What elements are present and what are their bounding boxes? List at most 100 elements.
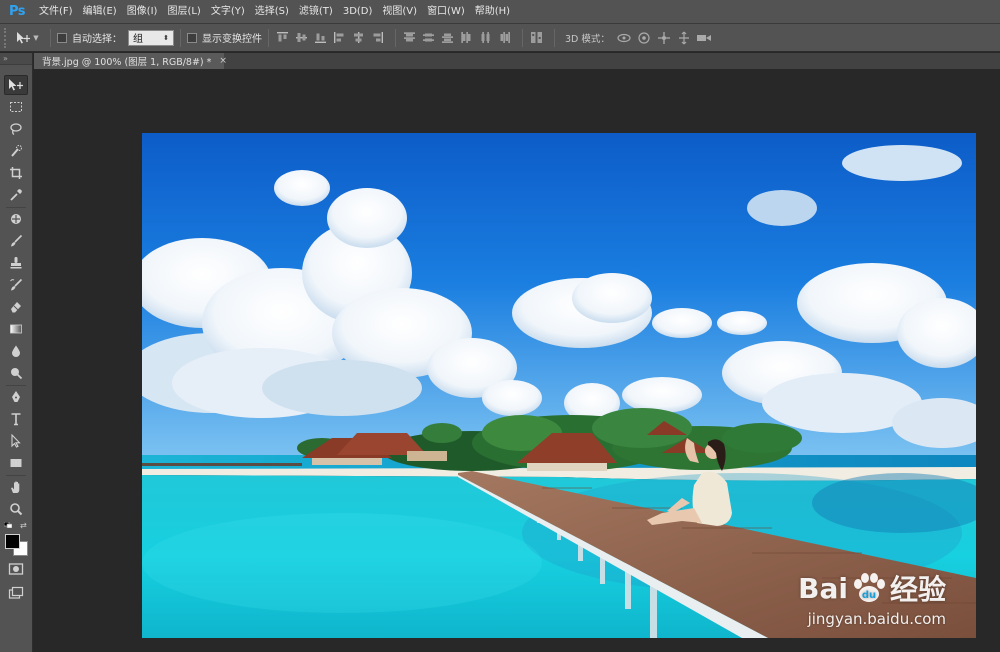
distribute-bottom-icon[interactable]	[440, 30, 455, 45]
type-tool[interactable]	[4, 409, 28, 429]
menu-3d[interactable]: 3D(D)	[338, 0, 378, 24]
align-bottom-icon[interactable]	[313, 30, 328, 45]
color-swatches: ⇄	[4, 521, 30, 557]
move-tool[interactable]	[4, 75, 28, 95]
show-transform-checkbox[interactable]	[187, 32, 197, 43]
document-tab-title: 背景.jpg @ 100% (图层 1, RGB/8#) *	[42, 57, 212, 68]
options-bar: ▼ 自动选择： 组 ⬍ 显示变换控件 3D 模式：	[0, 24, 1000, 52]
distribute-right-icon[interactable]	[497, 30, 512, 45]
align-right-icon[interactable]	[370, 30, 385, 45]
menu-edit[interactable]: 编辑(E)	[78, 0, 122, 24]
baidu-paw-icon: du	[853, 573, 885, 602]
distribute-vcenter-icon[interactable]	[421, 30, 436, 45]
zoom-tool[interactable]	[4, 499, 28, 519]
crop-icon	[10, 167, 22, 179]
eyedropper-tool[interactable]	[4, 185, 28, 205]
watermark-brand: Bai du 经验	[798, 568, 946, 608]
menu-bar: Ps 文件(F) 编辑(E) 图像(I) 图层(L) 文字(Y) 选择(S) 滤…	[0, 0, 1000, 24]
menu-type[interactable]: 文字(Y)	[206, 0, 250, 24]
divider	[395, 28, 396, 47]
crop-tool[interactable]	[4, 163, 28, 183]
brush-icon	[11, 234, 23, 247]
foreground-color[interactable]	[5, 534, 20, 549]
scale-3d-icon[interactable]	[696, 30, 712, 46]
eyedropper-icon	[10, 189, 22, 201]
dodge-tool[interactable]	[4, 363, 28, 383]
healing-brush-icon	[11, 214, 21, 224]
menu-view[interactable]: 视图(V)	[377, 0, 422, 24]
menu-layer[interactable]: 图层(L)	[162, 0, 205, 24]
tools-panel: » ⇄	[0, 53, 33, 652]
ps-logo: Ps	[8, 4, 26, 19]
document-tab[interactable]: 背景.jpg @ 100% (图层 1, RGB/8#) * ×	[34, 53, 227, 69]
marquee-tool[interactable]	[4, 97, 28, 117]
quick-select-icon	[11, 145, 22, 157]
screen-mode-icon	[8, 586, 24, 599]
close-icon[interactable]: ×	[219, 56, 227, 66]
align-hcenter-icon[interactable]	[351, 30, 366, 45]
divider	[180, 28, 181, 47]
clone-stamp-tool[interactable]	[4, 253, 28, 273]
align-left-icon[interactable]	[332, 30, 347, 45]
hand-tool[interactable]	[4, 477, 28, 497]
tools-divider	[6, 207, 26, 208]
menu-help[interactable]: 帮助(H)	[470, 0, 515, 24]
divider	[50, 28, 51, 47]
divider	[268, 28, 269, 47]
divider	[522, 28, 523, 47]
default-colors-icon[interactable]	[4, 522, 12, 528]
3d-mode-label: 3D 模式：	[565, 33, 610, 45]
watermark-brand-right: 经验	[889, 573, 946, 606]
orbit-3d-icon[interactable]	[616, 30, 632, 46]
auto-select-checkbox[interactable]	[57, 32, 67, 43]
quick-mask-button[interactable]	[4, 559, 28, 579]
distribute-buttons	[402, 30, 516, 45]
history-brush-tool[interactable]	[4, 275, 28, 295]
slide-3d-icon[interactable]	[676, 30, 692, 46]
drag-3d-icon[interactable]	[656, 30, 672, 46]
pen-tool[interactable]	[4, 387, 28, 407]
auto-select-label: 自动选择：	[72, 34, 122, 45]
path-select-tool[interactable]	[4, 431, 28, 451]
blur-tool[interactable]	[4, 341, 28, 361]
stamp-icon	[10, 257, 22, 269]
tools-collapse-toggle[interactable]: »	[0, 53, 32, 65]
roll-3d-icon[interactable]	[636, 30, 652, 46]
auto-select-dropdown[interactable]: 组 ⬍	[128, 29, 174, 46]
lasso-icon	[10, 123, 22, 136]
eraser-tool[interactable]	[4, 297, 28, 317]
document-image[interactable]: Bai du 经验 jingyan.baidu.com	[142, 133, 976, 638]
baidu-watermark: Bai du 经验 jingyan.baidu.com	[798, 568, 946, 629]
menu-select[interactable]: 选择(S)	[250, 0, 294, 24]
swap-colors-icon[interactable]: ⇄	[20, 521, 27, 530]
screen-mode-button[interactable]	[4, 583, 28, 603]
canvas-area[interactable]: Bai du 经验 jingyan.baidu.com	[34, 69, 1000, 652]
menu-window[interactable]: 窗口(W)	[422, 0, 470, 24]
hand-icon	[11, 481, 20, 493]
tools-divider	[6, 385, 26, 386]
align-vcenter-icon[interactable]	[294, 30, 309, 45]
rect-marquee-icon	[10, 102, 22, 112]
align-buttons	[275, 30, 389, 45]
menu-filter[interactable]: 滤镜(T)	[294, 0, 338, 24]
quick-select-tool[interactable]	[4, 141, 28, 161]
healing-brush-tool[interactable]	[4, 209, 28, 229]
tool-preset-picker[interactable]: ▼	[10, 27, 44, 49]
lasso-tool[interactable]	[4, 119, 28, 139]
watermark-url: jingyan.baidu.com	[807, 610, 946, 628]
rectangle-tool[interactable]	[4, 453, 28, 473]
distribute-top-icon[interactable]	[402, 30, 417, 45]
gradient-tool[interactable]	[4, 319, 28, 339]
distribute-hcenter-icon[interactable]	[478, 30, 493, 45]
chevron-down-icon: ▼	[33, 33, 39, 42]
brush-tool[interactable]	[4, 231, 28, 251]
align-top-icon[interactable]	[275, 30, 290, 45]
menu-file[interactable]: 文件(F)	[34, 0, 78, 24]
dodge-icon	[11, 368, 23, 380]
quick-mask-icon	[8, 563, 24, 575]
show-transform-label: 显示变换控件	[202, 34, 262, 45]
distribute-left-icon[interactable]	[459, 30, 474, 45]
type-icon	[11, 413, 21, 426]
menu-image[interactable]: 图像(I)	[122, 0, 163, 24]
auto-align-icon[interactable]	[529, 30, 544, 45]
